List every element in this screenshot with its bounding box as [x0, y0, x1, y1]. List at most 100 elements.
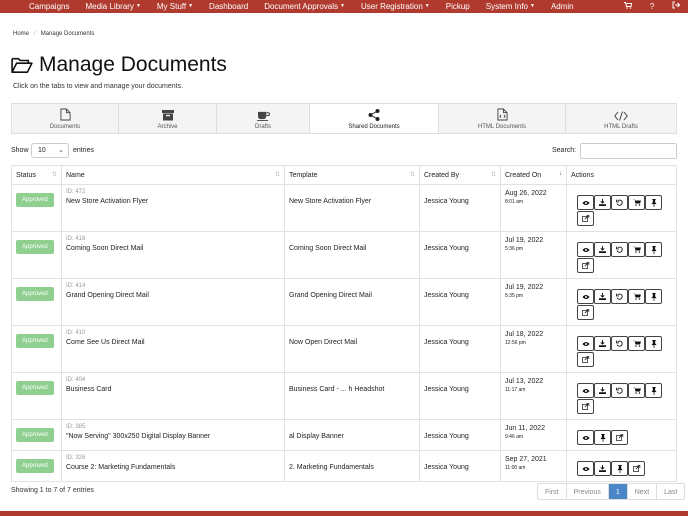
document-name[interactable]: Coming Soon Direct Mail [66, 245, 280, 252]
cart-icon[interactable] [628, 289, 645, 304]
tab-shared-documents[interactable]: Shared Documents [310, 104, 439, 133]
table-row: Approved ID: 472 New Store Activation Flye… [11, 184, 677, 232]
nav-item-admin[interactable]: Admin [543, 0, 582, 13]
share-icon[interactable] [628, 461, 645, 476]
page-size-select[interactable]: 10 ⌄ [31, 143, 69, 158]
actions-cell [566, 325, 677, 373]
pin-icon[interactable] [645, 289, 662, 304]
tab-archive[interactable]: Archive [119, 104, 217, 133]
nav-item-pickup[interactable]: Pickup [438, 0, 478, 13]
status-badge: Approved [16, 334, 54, 348]
nav-item-user-registration[interactable]: User Registration ▼ [353, 0, 438, 13]
table-row: Approved ID: 410 Come See Us Direct Mail No… [11, 325, 677, 373]
share-icon[interactable] [577, 258, 594, 273]
share-icon[interactable] [577, 352, 594, 367]
tab-documents[interactable]: Documents [12, 104, 119, 133]
action-buttons [577, 383, 667, 415]
share-icon[interactable] [577, 211, 594, 226]
name-cell: ID: 414 Grand Opening Direct Mail [61, 278, 285, 326]
nav-item-dashboard[interactable]: Dashboard [201, 0, 256, 13]
documents-table: Status ⇅ Name ⇅ Template ⇅ Created By ⇅ Crea… [11, 165, 677, 482]
pin-icon[interactable] [645, 383, 662, 398]
created-by-cell: Jessica Young [419, 325, 501, 373]
eye-icon[interactable] [577, 461, 594, 476]
logout-icon[interactable] [664, 0, 688, 13]
created-by: Jessica Young [424, 464, 469, 471]
breadcrumb-home[interactable]: Home [13, 31, 29, 37]
pin-icon[interactable] [611, 461, 628, 476]
template-name: New Store Activation Flyer [289, 198, 372, 205]
cart-icon[interactable] [628, 336, 645, 351]
download-icon[interactable] [594, 242, 611, 257]
pin-icon[interactable] [645, 195, 662, 210]
download-icon[interactable] [594, 195, 611, 210]
action-buttons [577, 430, 667, 446]
undo-icon[interactable] [611, 383, 628, 398]
download-icon[interactable] [594, 383, 611, 398]
column-header-created-by[interactable]: Created By ⇅ [419, 165, 501, 185]
help-icon[interactable]: ? [640, 0, 664, 13]
created-time: 9:46 am [505, 434, 524, 440]
share-icon[interactable] [611, 430, 628, 445]
eye-icon[interactable] [577, 289, 594, 304]
status-cell: Approved [11, 325, 62, 373]
download-icon[interactable] [594, 461, 611, 476]
tab-html-drafts[interactable]: HTML Drafts [566, 104, 676, 133]
eye-icon[interactable] [577, 430, 594, 445]
cart-icon[interactable] [628, 383, 645, 398]
column-header-created-on[interactable]: Created On ↓ [500, 165, 567, 185]
nav-item-campaigns[interactable]: Campaigns [21, 0, 77, 13]
tab-html-documents[interactable]: HTML Documents [439, 104, 566, 133]
search-input[interactable] [580, 143, 677, 159]
eye-icon[interactable] [577, 383, 594, 398]
table-row: Approved ID: 385 "Now Serving" 300x250 Dig… [11, 419, 677, 451]
download-icon[interactable] [594, 336, 611, 351]
document-name[interactable]: "Now Serving" 300x250 Digital Display Ba… [66, 433, 280, 440]
created-by: Jessica Young [424, 292, 469, 299]
share-icon[interactable] [577, 305, 594, 320]
nav-item-my-stuff[interactable]: My Stuff ▼ [149, 0, 201, 13]
pin-icon[interactable] [645, 242, 662, 257]
undo-icon[interactable] [611, 336, 628, 351]
column-header-name[interactable]: Name ⇅ [61, 165, 285, 185]
template-name: 2. Marketing Fundamentals [289, 464, 374, 471]
document-name[interactable]: New Store Activation Flyer [66, 198, 280, 205]
document-name[interactable]: Come See Us Direct Mail [66, 339, 280, 346]
undo-icon[interactable] [611, 195, 628, 210]
sort-icon: ⇅ [490, 172, 496, 178]
document-name[interactable]: Business Card [66, 386, 280, 393]
column-header-status[interactable]: Status ⇅ [11, 165, 62, 185]
pin-icon[interactable] [594, 430, 611, 445]
cart-icon[interactable] [616, 0, 640, 13]
pager-first[interactable]: First [538, 484, 567, 499]
status-cell: Approved [11, 184, 62, 232]
pagination: First Previous 1 Next Last [537, 483, 686, 500]
pager-next[interactable]: Next [628, 484, 658, 499]
share-icon[interactable] [577, 399, 594, 414]
document-name[interactable]: Course 2: Marketing Fundamentals [66, 464, 280, 471]
cart-icon[interactable] [628, 242, 645, 257]
eye-icon[interactable] [577, 242, 594, 257]
undo-icon[interactable] [611, 289, 628, 304]
cart-icon[interactable] [628, 195, 645, 210]
nav-item-media-library[interactable]: Media Library ▼ [77, 0, 148, 13]
tab-drafts[interactable]: Drafts [217, 104, 310, 133]
search-label: Search: [552, 147, 577, 154]
created-by-cell: Jessica Young [419, 278, 501, 326]
undo-icon[interactable] [611, 242, 628, 257]
status-cell: Approved [11, 450, 62, 482]
download-icon[interactable] [594, 289, 611, 304]
pager-page-current[interactable]: 1 [608, 484, 628, 499]
eye-icon[interactable] [577, 336, 594, 351]
pager-last[interactable]: Last [657, 484, 684, 499]
column-header-template[interactable]: Template ⇅ [284, 165, 420, 185]
pin-icon[interactable] [645, 336, 662, 351]
nav-item-document-approvals[interactable]: Document Approvals ▼ [256, 0, 353, 13]
eye-icon[interactable] [577, 195, 594, 210]
nav-item-system-info[interactable]: System Info ▼ [478, 0, 543, 13]
created-on-cell: Jul 19, 2022 5:36 pm [500, 231, 567, 279]
pager-previous[interactable]: Previous [567, 484, 609, 499]
bottom-bar [0, 511, 688, 516]
tab-label: HTML Documents [477, 124, 527, 130]
document-name[interactable]: Grand Opening Direct Mail [66, 292, 280, 299]
